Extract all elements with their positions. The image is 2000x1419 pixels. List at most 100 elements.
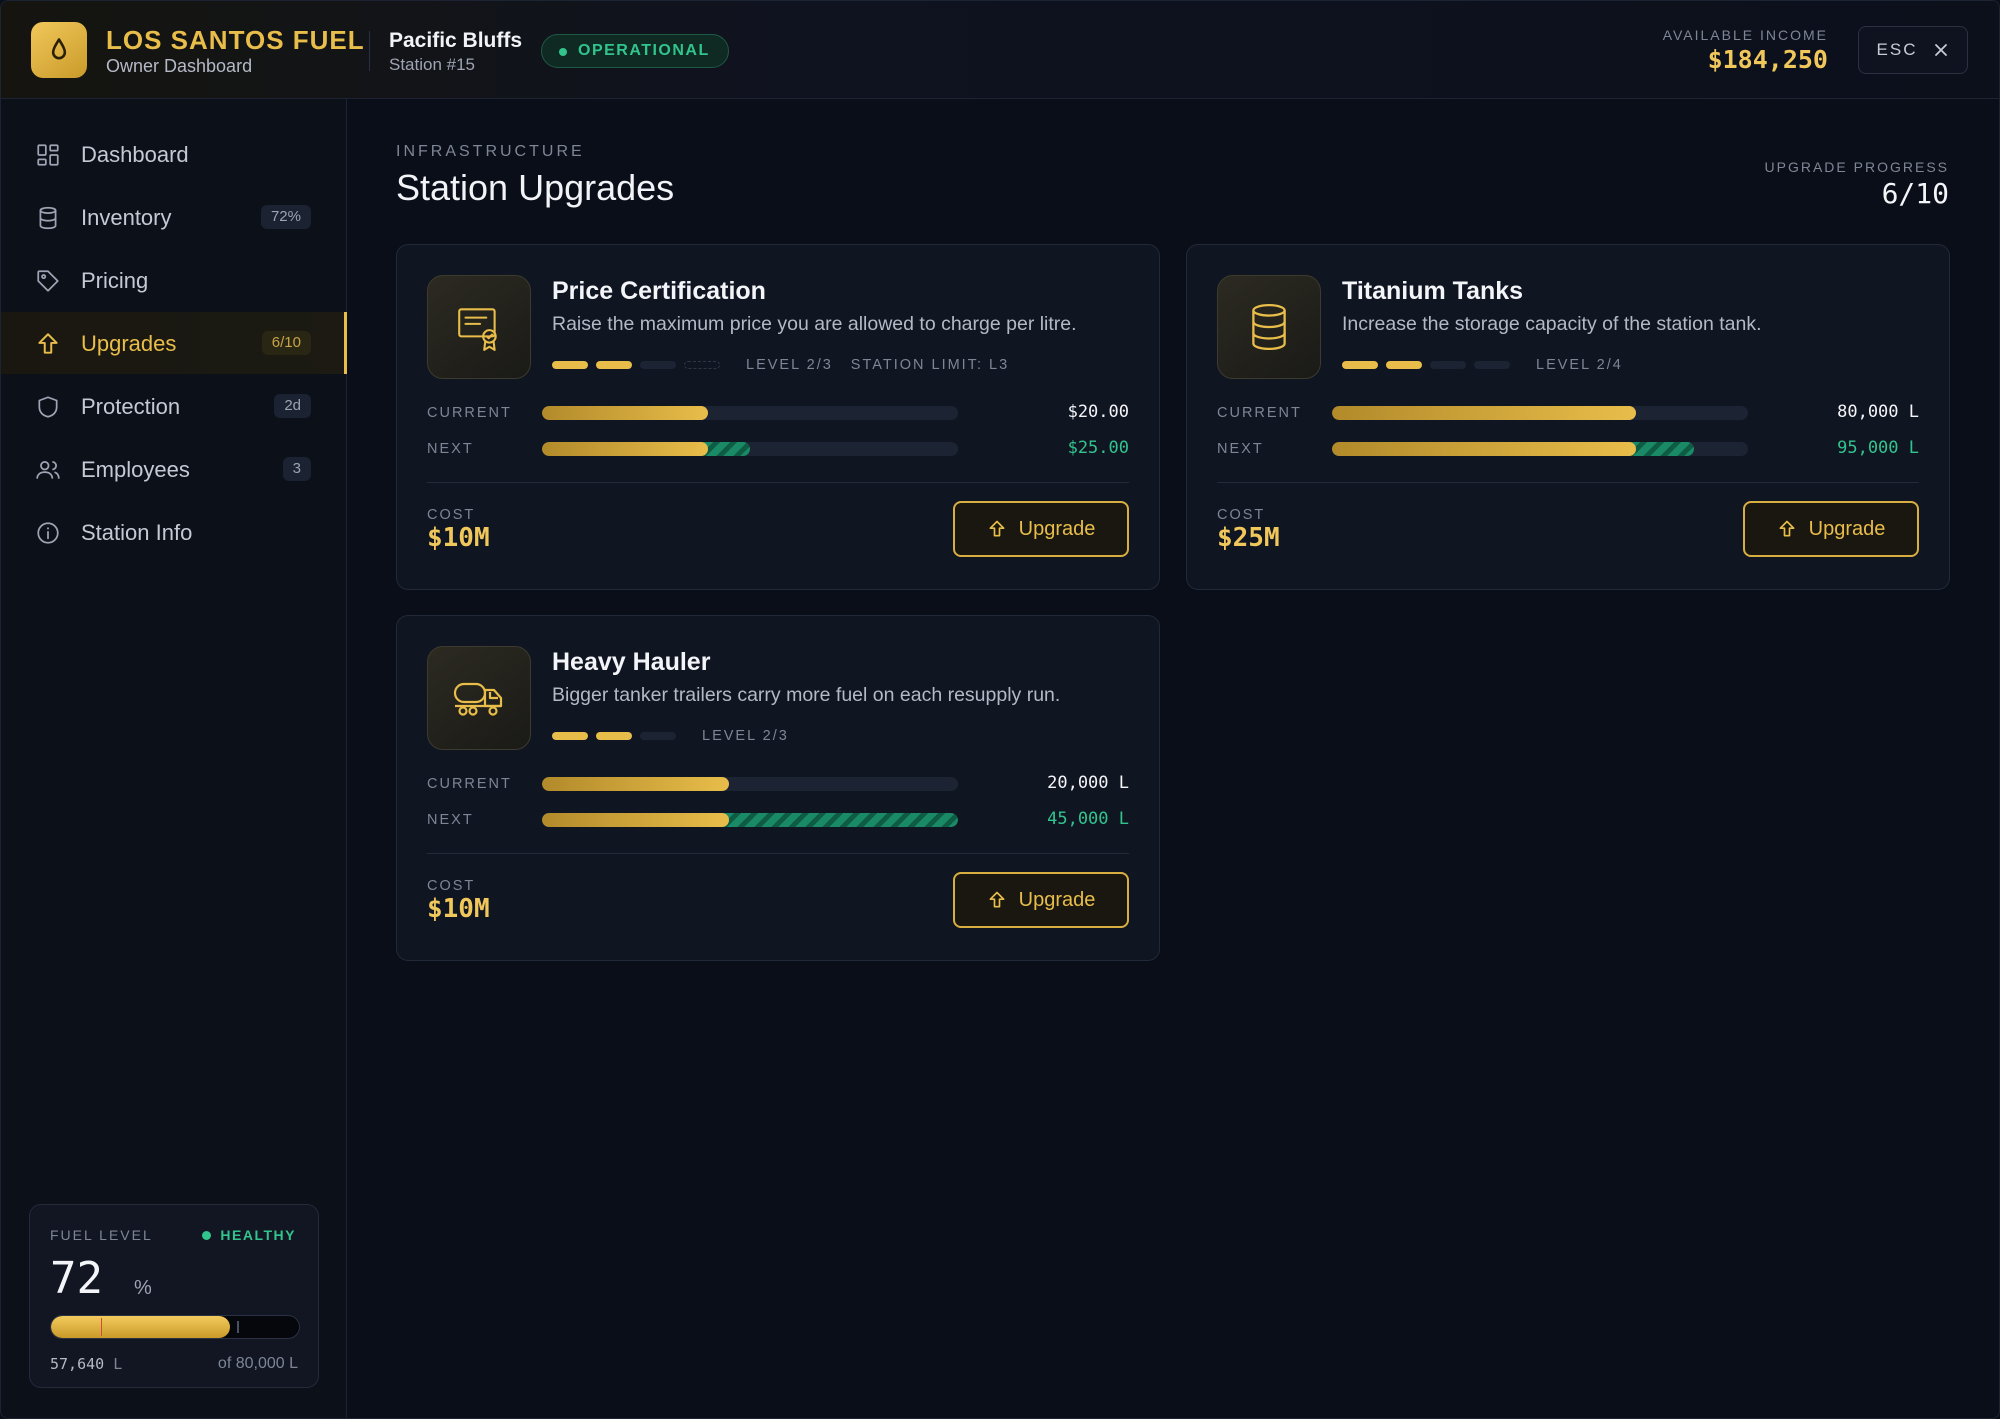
next-value: 45,000 L [1047,809,1129,829]
fuel-capacity: of 80,000 L [217,1355,298,1372]
level-pip [640,732,676,740]
sidebar-item-label: Upgrades [81,331,177,356]
current-value: $20.00 [1067,402,1129,422]
sidebar-item-dashboard[interactable]: Dashboard [1,123,347,185]
sidebar-item-employees[interactable]: Employees 3 [1,438,347,500]
level-pip [552,361,588,369]
level-text: LEVEL 2/4 [1536,357,1623,373]
fuel-level-label: FUEL LEVEL [50,1227,153,1243]
tag-icon [37,270,59,292]
next-label: NEXT [427,812,474,828]
sidebar-item-badge: 6/10 [261,331,311,355]
level-indicator: LEVEL 2/3 STATION LIMIT: L3 [552,355,1009,375]
fuel-percent: 72 [50,1253,103,1304]
level-pip [1474,361,1510,369]
fuel-level-fill [51,1316,230,1338]
upgrade-button-label: Upgrade [1808,517,1886,540]
fuel-liters-unit: L [113,1355,123,1373]
upgrade-card-price-certification: Price Certification Raise the maximum pr… [396,244,1160,590]
current-label: CURRENT [1217,405,1302,421]
station-name: Pacific Bluffs [389,29,523,52]
level-indicator: LEVEL 2/3 [552,726,789,746]
current-value: 80,000 L [1837,402,1919,422]
fuel-drop-icon [31,22,87,78]
sidebar-item-label: Station Info [81,520,193,545]
level-text: LEVEL 2/3 [746,357,833,373]
fuel-status-badge: HEALTHY [202,1227,296,1243]
next-bar-fill [1332,442,1636,456]
fuel-bar-cap [237,1321,239,1333]
app-window: LOS SANTOS FUEL Owner Dashboard Pacific … [0,0,2000,1419]
sidebar-item-label: Protection [81,394,181,419]
cost-label: COST [427,507,476,523]
level-indicator: LEVEL 2/4 [1342,355,1623,375]
upgrade-progress-value: 6/10 [1881,177,1949,210]
cost-value: $10M [427,894,490,924]
arrow-up-icon [989,891,1005,908]
card-description: Increase the storage capacity of the sta… [1342,313,1762,335]
level-pip [640,361,676,369]
dashboard-icon [37,144,59,166]
fuel-level-card: FUEL LEVEL HEALTHY 72 % 57,640 L of 80,0… [29,1204,319,1388]
upgrade-button[interactable]: Upgrade [953,501,1129,557]
level-pip [596,361,632,369]
sidebar-item-protection[interactable]: Protection 2d [1,375,347,437]
sidebar-item-label: Pricing [81,268,149,293]
status-badge: OPERATIONAL [541,34,729,68]
database-icon [1217,275,1321,379]
upgrade-card-heavy-hauler: Heavy Hauler Bigger tanker trailers carr… [396,615,1160,961]
close-icon [1935,44,1948,56]
card-divider [427,482,1129,483]
fuel-threshold-marker [101,1318,102,1336]
arrow-up-icon [38,333,58,354]
upgrade-button[interactable]: Upgrade [1743,501,1919,557]
current-bar [542,406,958,420]
brand-title: LOS SANTOS FUEL [106,25,365,55]
card-title: Titanium Tanks [1342,277,1524,305]
current-bar [542,777,958,791]
level-pip [596,732,632,740]
card-divider [427,853,1129,854]
next-label: NEXT [427,441,474,457]
current-bar-fill [542,777,730,791]
sidebar-item-upgrades[interactable]: Upgrades 6/10 [1,312,347,374]
level-pip [1386,361,1422,369]
sidebar: Dashboard Inventory 72% Pricing Upgrades… [1,99,347,1418]
sidebar-item-station-info[interactable]: Station Info [1,501,347,563]
upgrade-button[interactable]: Upgrade [953,872,1129,928]
status-text: OPERATIONAL [578,42,710,59]
section-label: INFRASTRUCTURE [396,143,585,160]
sidebar-item-label: Inventory [81,205,172,230]
status-dot-icon [559,48,567,56]
station-number: Station #15 [389,55,476,74]
database-icon [39,206,57,230]
header: LOS SANTOS FUEL Owner Dashboard Pacific … [1,1,1999,99]
fuel-percent-unit: % [134,1277,152,1299]
close-button[interactable]: ESC [1858,26,1968,74]
upgrade-progress-label: UPGRADE PROGRESS [1764,159,1949,175]
sidebar-item-label: Dashboard [81,142,189,167]
station-limit-text: STATION LIMIT: L3 [850,357,1010,373]
card-description: Raise the maximum price you are allowed … [552,313,1077,335]
shield-icon [38,396,58,418]
card-title: Heavy Hauler [552,648,711,676]
level-pip-locked [684,361,720,369]
card-description: Bigger tanker trailers carry more fuel o… [552,684,1061,706]
next-label: NEXT [1217,441,1264,457]
level-pip [1430,361,1466,369]
card-divider [1217,482,1919,483]
current-bar-fill [1332,406,1636,420]
certificate-icon [427,275,531,379]
info-icon [37,522,59,544]
next-bar [542,442,958,456]
next-value: 95,000 L [1837,438,1919,458]
sidebar-item-pricing[interactable]: Pricing [1,249,347,311]
income-label: AVAILABLE INCOME [1662,27,1828,43]
main-content: INFRASTRUCTURE Station Upgrades UPGRADE … [348,99,1999,1418]
arrow-up-icon [989,520,1005,537]
sidebar-item-inventory[interactable]: Inventory 72% [1,186,347,248]
current-bar-fill [542,406,709,420]
fuel-liters: 57,640 L [50,1355,122,1373]
next-bar-fill [542,813,730,827]
next-bar-fill [542,442,709,456]
